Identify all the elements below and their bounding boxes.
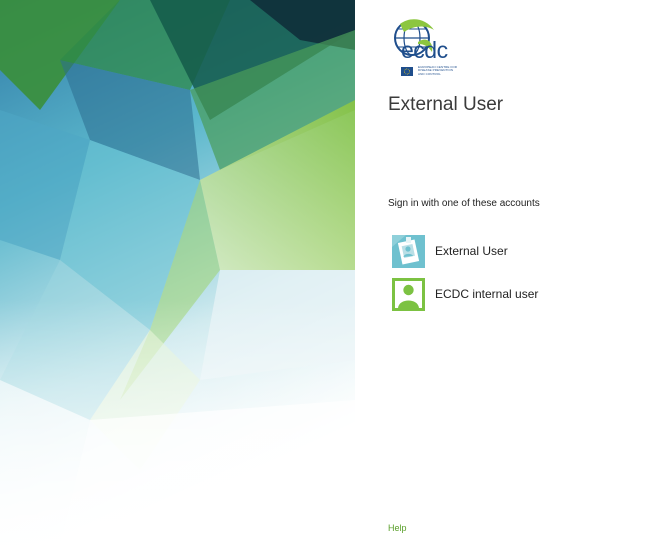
account-ecdc-internal-user[interactable]: ECDC internal user — [392, 277, 632, 311]
account-label: External User — [435, 244, 508, 258]
background-illustration — [0, 0, 355, 545]
logo-wordmark: ecdc — [401, 37, 448, 63]
badge-user-icon — [392, 234, 425, 268]
account-label: ECDC internal user — [435, 287, 539, 301]
account-external-user[interactable]: External User — [392, 234, 632, 268]
sign-in-prompt: Sign in with one of these accounts — [388, 198, 540, 209]
help-link[interactable]: Help — [388, 523, 407, 533]
person-icon — [392, 277, 425, 311]
page-title: External User — [388, 94, 504, 115]
sign-in-panel: ecdc European Centre for Disease Prevent… — [355, 0, 655, 545]
ecdc-logo: ecdc European Centre for Disease Prevent… — [388, 14, 468, 84]
logo-subtext: European Centre for Disease Prevention a… — [418, 65, 458, 76]
geometric-pattern — [0, 0, 355, 545]
